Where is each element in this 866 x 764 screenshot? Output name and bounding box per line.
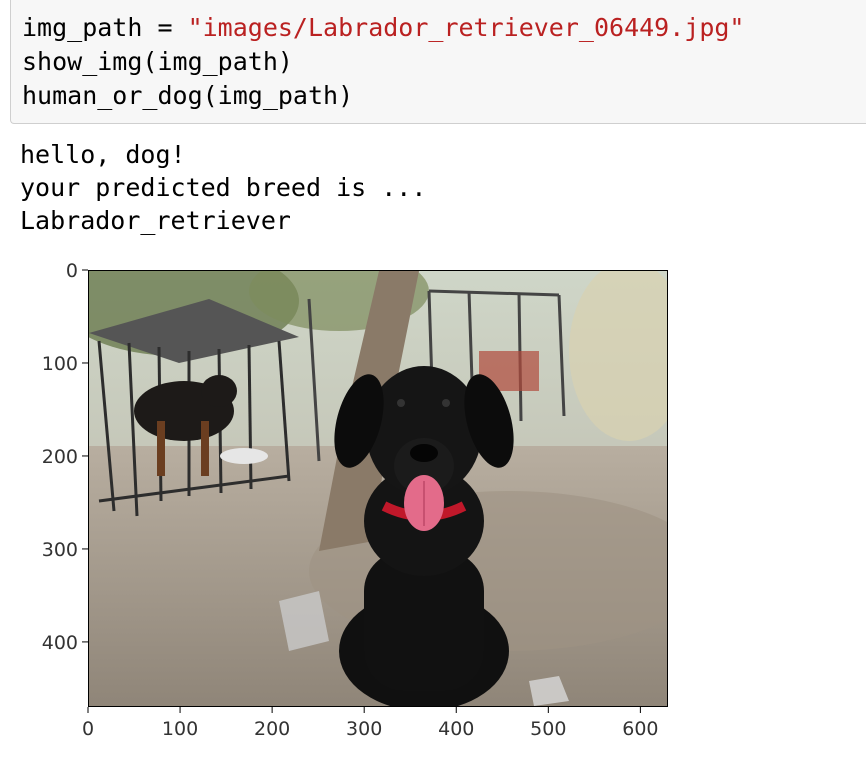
code-string: "images/Labrador_retriever_06449.jpg" bbox=[187, 13, 745, 42]
y-axis: 0 100 200 300 400 bbox=[42, 260, 88, 654]
x-tick-label: 500 bbox=[530, 718, 566, 740]
cell-output: hello, dog! your predicted breed is ... … bbox=[20, 138, 426, 237]
output-line-1: hello, dog! bbox=[20, 140, 186, 169]
output-line-3: Labrador_retriever bbox=[20, 206, 291, 235]
x-tick-label: 300 bbox=[346, 718, 382, 740]
image-plot: 0 100 200 300 400 0 100 200 300 400 500 600 bbox=[0, 248, 700, 764]
code-line-2[interactable]: show_img(img_path) bbox=[22, 45, 293, 79]
y-tick-label: 0 bbox=[66, 260, 78, 282]
code-line-1[interactable]: img_path = "images/Labrador_retriever_06… bbox=[22, 11, 744, 45]
x-tick-label: 600 bbox=[622, 718, 658, 740]
code-operator: = bbox=[142, 13, 188, 42]
code-var: img_path bbox=[22, 13, 143, 42]
x-tick-label: 200 bbox=[254, 718, 290, 740]
x-tick-label: 400 bbox=[438, 718, 474, 740]
output-line-2: your predicted breed is ... bbox=[20, 173, 427, 202]
y-tick-label: 300 bbox=[42, 539, 78, 561]
y-tick-label: 100 bbox=[42, 353, 78, 375]
axes-overlay: 0 100 200 300 400 0 100 200 300 400 500 600 bbox=[42, 260, 659, 740]
x-tick-label: 0 bbox=[82, 718, 94, 740]
code-line-3[interactable]: human_or_dog(img_path) bbox=[22, 79, 353, 113]
x-axis: 0 100 200 300 400 500 600 bbox=[82, 707, 659, 740]
x-tick-label: 100 bbox=[162, 718, 198, 740]
y-tick-label: 400 bbox=[42, 632, 78, 654]
code-cell[interactable]: img_path = "images/Labrador_retriever_06… bbox=[10, 0, 866, 124]
y-tick-label: 200 bbox=[42, 446, 78, 468]
